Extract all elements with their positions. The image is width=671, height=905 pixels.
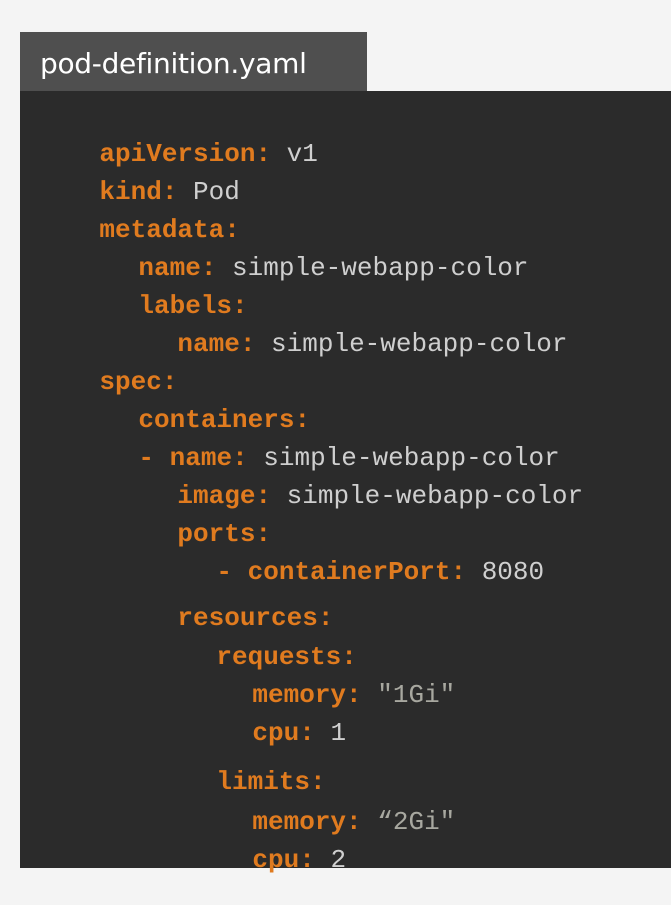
yaml-string-value: “2Gi"	[361, 807, 456, 837]
code-line-spec: spec:	[37, 337, 177, 397]
code-line-resources: resources:	[115, 573, 333, 633]
code-line-requests-cpu: cpu: 1	[190, 688, 346, 748]
code-line-metadata-name: name: simple-webapp-color	[76, 223, 528, 283]
code-line-container-name: - name: simple-webapp-color	[76, 413, 559, 473]
code-line-limits-memory: memory: “2Gi"	[190, 777, 455, 837]
yaml-value: v1	[271, 139, 318, 169]
yaml-colon: :	[299, 845, 315, 875]
code-line-limits: limits:	[154, 737, 325, 797]
code-line-image: image: simple-webapp-color	[115, 451, 583, 511]
yaml-value: simple-webapp-color	[271, 481, 584, 511]
yaml-string-value: "1Gi"	[361, 680, 456, 710]
yaml-colon: :	[346, 680, 362, 710]
code-line-apiversion: apiVersion: v1	[37, 109, 317, 169]
code-line-container-port: - containerPort: 8080	[154, 527, 544, 587]
code-line-containers: containers:	[76, 375, 310, 435]
file-tab[interactable]: pod-definition.yaml	[20, 32, 367, 92]
yaml-key: cpu	[252, 845, 300, 875]
code-line-metadata: metadata:	[37, 185, 239, 245]
yaml-key: name	[177, 329, 240, 359]
code-line-kind: kind: Pod	[37, 147, 239, 207]
yaml-colon: :	[346, 807, 362, 837]
yaml-colon: :	[450, 557, 467, 587]
code-line-labels-name: name: simple-webapp-color	[115, 299, 567, 359]
code-line-requests-memory: memory: "1Gi"	[190, 650, 455, 710]
code-panel: apiVersion: v1 kind: Pod metadata: name:…	[20, 91, 671, 875]
yaml-value: simple-webapp-color	[216, 253, 529, 283]
code-line-ports: ports:	[115, 489, 271, 549]
code-line-limits-cpu: cpu: 2	[190, 815, 346, 875]
yaml-colon: :	[255, 139, 272, 169]
code-line-requests: requests:	[154, 612, 356, 672]
yaml-value: 2	[314, 845, 347, 875]
yaml-colon: :	[239, 329, 256, 359]
code-line-labels: labels:	[76, 261, 247, 321]
yaml-value: 8080	[466, 557, 545, 587]
yaml-value: simple-webapp-color	[255, 329, 568, 359]
file-tab-title: pod-definition.yaml	[40, 47, 307, 80]
